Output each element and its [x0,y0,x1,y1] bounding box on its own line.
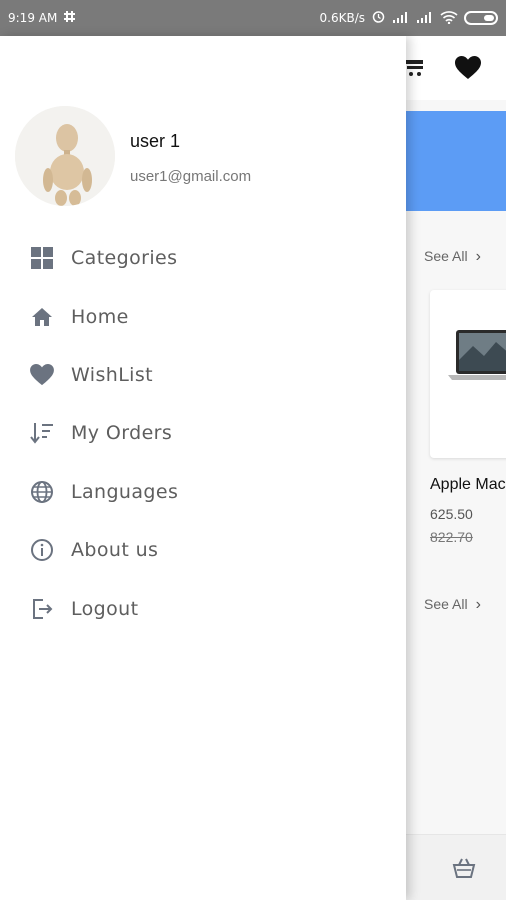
network-speed: 0.6KB/s [319,11,365,25]
chevron-right-icon: › [475,596,481,613]
promo-banner[interactable] [406,111,506,211]
cart-icon[interactable] [405,58,427,82]
logout-icon [30,597,54,621]
avatar[interactable] [15,106,115,206]
menu-item-about-us[interactable]: About us [0,521,406,579]
wishlist-heart-icon[interactable] [455,56,481,84]
menu-item-categories[interactable]: Categories [0,229,406,287]
slack-icon [63,10,76,26]
status-bar: 9:19 AM 0.6KB/s [0,0,506,36]
menu-item-logout[interactable]: Logout [0,579,406,637]
drawer-menu: Categories Home WishList My Orders Langu… [0,229,406,638]
wifi-icon [440,10,458,27]
menu-item-my-orders[interactable]: My Orders [0,404,406,462]
user-profile[interactable]: user 1 user1@gmail.com [15,106,395,206]
signal-icon-2 [416,11,434,26]
grid-icon [30,246,54,270]
menu-item-languages[interactable]: Languages [0,463,406,521]
heart-icon [30,363,54,387]
product-price: 625.50 [430,506,473,522]
menu-label: Home [71,305,129,328]
menu-item-home[interactable]: Home [0,287,406,345]
menu-label: WishList [71,363,154,386]
see-all-label: See All [424,248,468,264]
menu-label: Languages [71,480,179,503]
see-all-link-2[interactable]: See All › [424,596,481,614]
product-card[interactable] [430,290,506,458]
globe-icon [30,480,54,504]
see-all-label-2: See All [424,596,468,612]
product-name: Apple Mac [430,476,506,493]
menu-label: My Orders [71,422,173,445]
product-old-price: 822.70 [430,529,473,545]
user-name: user 1 [130,131,181,151]
sort-icon [30,421,54,445]
user-email: user1@gmail.com [130,168,252,185]
menu-label: Categories [71,247,178,270]
status-time: 9:19 AM [8,11,58,25]
menu-item-wishlist[interactable]: WishList [0,346,406,404]
navigation-drawer: user 1 user1@gmail.com Categories Home W… [0,36,406,900]
see-all-link[interactable]: See All › [424,248,481,266]
battery-icon [464,11,498,25]
menu-label: Logout [71,597,139,620]
alarm-icon [371,9,386,27]
wooden-mannequin-image [15,106,115,206]
laptop-image [448,330,506,380]
chevron-right-icon: › [475,248,481,265]
signal-icon [392,11,410,26]
menu-label: About us [71,539,159,562]
basket-icon[interactable] [452,856,476,884]
info-icon [30,538,54,562]
home-icon [30,305,54,329]
